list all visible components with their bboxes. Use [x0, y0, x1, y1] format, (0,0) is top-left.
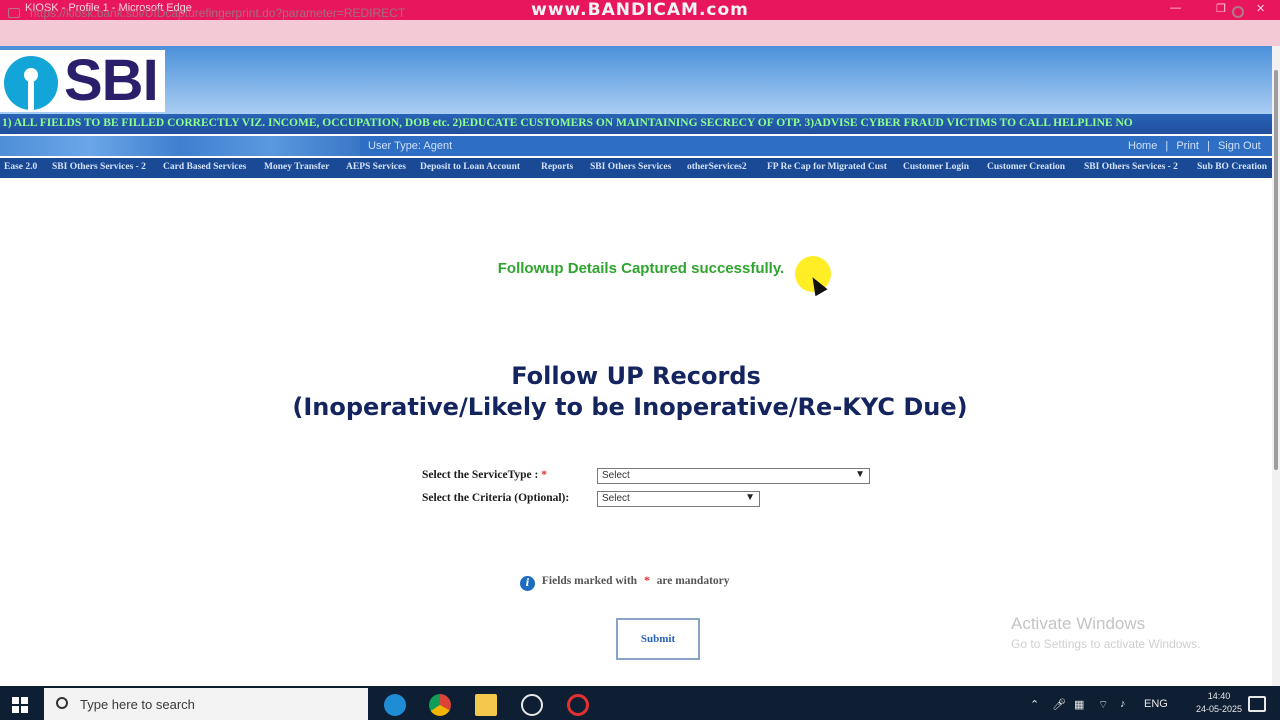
- service-type-label-text: Select the ServiceType :: [422, 469, 539, 481]
- user-bar-blurred-area: [0, 136, 360, 156]
- service-type-label: Select the ServiceType : *: [422, 469, 547, 481]
- header-banner: [0, 46, 1272, 114]
- wifi-icon[interactable]: ⌔: [1098, 698, 1108, 712]
- chevron-down-icon: ▼: [745, 492, 755, 503]
- criteria-label: Select the Criteria (Optional):: [422, 492, 570, 504]
- menu-item-customer-creation[interactable]: Customer Creation: [987, 162, 1065, 172]
- maximize-button[interactable]: ❐: [1216, 2, 1226, 15]
- success-message: Followup Details Captured successfully.: [0, 260, 1272, 277]
- notification-icon[interactable]: [1248, 696, 1266, 712]
- link-separator: |: [1207, 140, 1210, 152]
- service-type-value: Select: [602, 470, 630, 481]
- user-type-label: User Type: Agent: [368, 140, 453, 152]
- submit-button[interactable]: Submit: [616, 618, 700, 660]
- menu-item-customer-login[interactable]: Customer Login: [903, 162, 969, 172]
- menu-item-ease[interactable]: Ease 2.0: [4, 162, 37, 172]
- menu-item-aeps[interactable]: AEPS Services: [346, 162, 406, 172]
- home-link[interactable]: Home: [1128, 140, 1157, 152]
- mandatory-note-prefix: Fields marked with: [541, 575, 638, 587]
- service-type-select[interactable]: Select ▼: [597, 468, 870, 484]
- user-links: Home | Print | Sign Out: [1128, 140, 1261, 152]
- menu-item-other-services-2[interactable]: otherServices2: [687, 162, 747, 172]
- magnifier-app-icon[interactable]: [521, 694, 543, 716]
- link-separator: |: [1165, 140, 1169, 152]
- address-bar[interactable]: [0, 20, 1280, 46]
- activate-windows-title: Activate Windows: [1011, 614, 1146, 633]
- page-subtitle: (Inoperative/Likely to be Inoperative/Re…: [292, 393, 968, 421]
- info-icon: i: [520, 576, 535, 591]
- sbi-logo-icon-keyhole: [28, 80, 34, 110]
- main-menu: Ease 2.0 SBI Others Services - 2 Card Ba…: [0, 158, 1272, 178]
- activate-windows-subtitle: Go to Settings to activate Windows.: [1011, 637, 1201, 651]
- taskbar-clock[interactable]: 14:40 24-05-2025: [1196, 690, 1242, 716]
- menu-item-sub-bo[interactable]: Sub BO Creation: [1197, 162, 1267, 172]
- lock-icon: [8, 8, 20, 18]
- search-icon[interactable]: [1232, 6, 1244, 18]
- menu-item-reports[interactable]: Reports: [541, 162, 573, 172]
- ticker-text: 1) ALL FIELDS TO BE FILLED CORRECTLY VIZ…: [2, 117, 1133, 129]
- announcement-ticker: 1) ALL FIELDS TO BE FILLED CORRECTLY VIZ…: [0, 114, 1272, 134]
- clock-date: 24-05-2025: [1196, 704, 1243, 714]
- file-explorer-icon[interactable]: [475, 694, 497, 716]
- criteria-select[interactable]: Select ▼: [597, 491, 760, 507]
- sign-out-link[interactable]: Sign Out: [1218, 140, 1261, 152]
- close-button[interactable]: ✕: [1256, 2, 1265, 15]
- sbi-logo-text: SBI: [64, 48, 159, 113]
- menu-item-sbi-others[interactable]: SBI Others Services: [590, 162, 671, 172]
- menu-item-sbi-others-2b[interactable]: SBI Others Services - 2: [1084, 162, 1178, 172]
- success-message-text: Followup Details Captured successfully.: [497, 260, 785, 277]
- volume-icon[interactable]: ♪: [1120, 698, 1126, 710]
- mandatory-note-suffix: are mandatory: [656, 575, 730, 587]
- taskbar-search-placeholder[interactable]: Type here to search: [80, 697, 195, 712]
- windows-start-icon[interactable]: [12, 697, 28, 713]
- search-icon: [56, 697, 68, 709]
- address-url[interactable]: https://kiosk.bank.sbi/UIDcapturefingerp…: [30, 6, 405, 20]
- required-mark: *: [541, 469, 547, 481]
- scrollbar-thumb[interactable]: [1274, 70, 1278, 470]
- required-mark: *: [643, 575, 650, 587]
- language-indicator[interactable]: ENG: [1144, 698, 1168, 710]
- menu-item-sbi-others-2[interactable]: SBI Others Services - 2: [52, 162, 146, 172]
- clock-time: 14:40: [1207, 691, 1231, 701]
- page-title: Follow UP Records: [511, 362, 761, 390]
- minimize-button[interactable]: —: [1170, 2, 1181, 14]
- criteria-value: Select: [602, 493, 630, 504]
- chevron-down-icon: ▼: [855, 469, 865, 480]
- print-link[interactable]: Print: [1176, 140, 1199, 152]
- bandicam-record-icon[interactable]: [567, 694, 589, 716]
- tray-chevron-icon[interactable]: ⌃: [1030, 698, 1039, 711]
- menu-item-card-based[interactable]: Card Based Services: [163, 162, 246, 172]
- menu-item-deposit-loan[interactable]: Deposit to Loan Account: [420, 162, 520, 172]
- edge-icon[interactable]: [384, 694, 406, 716]
- menu-item-fp-recap[interactable]: FP Re Cap for Migrated Cust: [767, 162, 887, 172]
- menu-item-money-transfer[interactable]: Money Transfer: [264, 162, 329, 172]
- microphone-icon[interactable]: 🎤︎: [1052, 698, 1066, 711]
- mandatory-note: i Fields marked with * are mandatory: [520, 575, 730, 591]
- chrome-icon[interactable]: [429, 694, 451, 716]
- network-icon[interactable]: ▦: [1074, 698, 1084, 711]
